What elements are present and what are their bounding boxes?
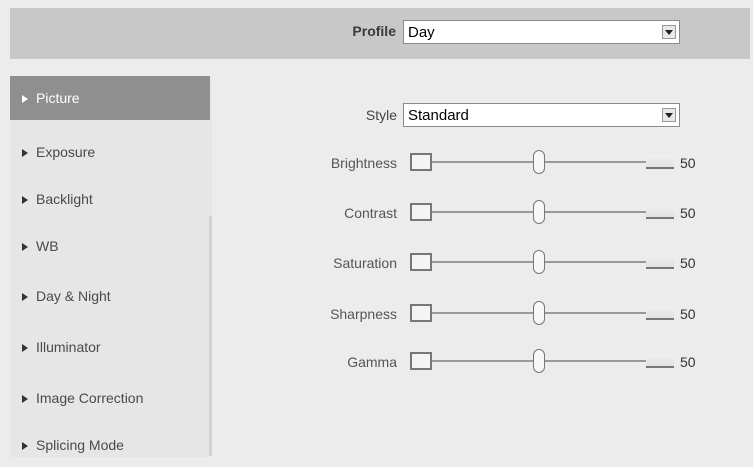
contrast-value: 50	[680, 205, 696, 221]
triangle-right-icon	[22, 395, 28, 404]
slider-thumb[interactable]	[533, 250, 545, 274]
style-label: Style	[365, 107, 397, 123]
triangle-right-icon	[22, 293, 28, 302]
chevron-down-icon	[662, 108, 676, 122]
saturation-value: 50	[680, 255, 696, 271]
contrast-label: Contrast	[344, 205, 397, 221]
slider-thumb[interactable]	[533, 200, 545, 224]
sidebar-item-label: Day & Night	[36, 288, 111, 304]
saturation-slider[interactable]	[410, 250, 674, 274]
sidebar-item-label: Picture	[36, 90, 80, 106]
sidebar-item-label: Illuminator	[36, 339, 101, 355]
sidebar-item-image-correction[interactable]: Image Correction	[10, 376, 210, 420]
sidebar-item-label: WB	[36, 238, 59, 254]
contrast-slider[interactable]	[410, 200, 674, 224]
slider-max-end	[646, 205, 674, 219]
profile-select[interactable]: Day	[403, 20, 680, 44]
slider-min-box	[410, 352, 432, 370]
triangle-right-icon	[22, 442, 28, 451]
gamma-slider[interactable]	[410, 349, 674, 373]
slider-thumb[interactable]	[533, 150, 545, 174]
style-select-value: Standard	[408, 107, 469, 124]
saturation-label: Saturation	[333, 255, 397, 271]
slider-thumb[interactable]	[533, 349, 545, 373]
sidebar-item-label: Image Correction	[36, 390, 144, 406]
slider-max-end	[646, 255, 674, 269]
triangle-right-icon	[22, 344, 28, 353]
chevron-down-icon	[662, 25, 676, 39]
slider-thumb[interactable]	[533, 301, 545, 325]
brightness-label: Brightness	[330, 155, 397, 171]
brightness-value: 50	[680, 155, 696, 171]
slider-min-box	[410, 253, 432, 271]
brightness-slider[interactable]	[410, 150, 674, 174]
sharpness-slider[interactable]	[410, 301, 674, 325]
sharpness-label: Sharpness	[330, 306, 397, 322]
gamma-label: Gamma	[347, 354, 397, 370]
style-select[interactable]: Standard	[403, 103, 680, 127]
triangle-right-icon	[22, 196, 28, 205]
profile-label: Profile	[352, 23, 396, 39]
slider-max-end	[646, 306, 674, 320]
triangle-right-icon	[22, 243, 28, 252]
triangle-right-icon	[22, 95, 28, 104]
slider-max-end	[646, 354, 674, 368]
slider-min-box	[410, 153, 432, 171]
gamma-value: 50	[680, 354, 696, 370]
slider-max-end	[646, 155, 674, 169]
sidebar-item-label: Splicing Mode	[36, 437, 124, 453]
sharpness-value: 50	[680, 306, 696, 322]
slider-min-box	[410, 304, 432, 322]
slider-min-box	[410, 203, 432, 221]
sidebar-item-splicing-mode[interactable]: Splicing Mode	[10, 423, 210, 467]
profile-select-value: Day	[408, 24, 435, 41]
